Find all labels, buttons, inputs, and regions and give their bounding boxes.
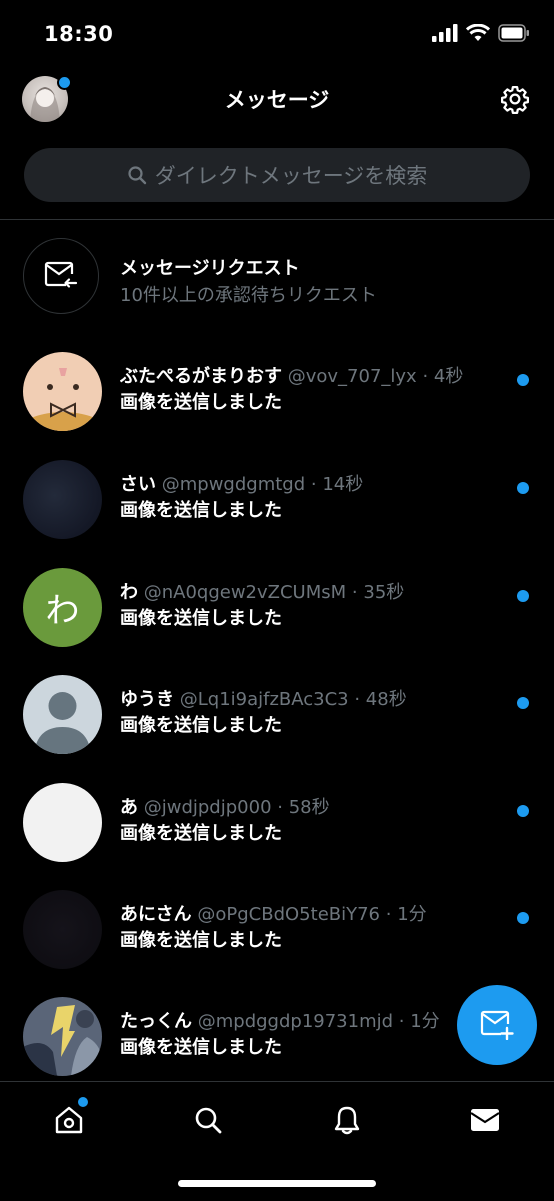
status-icons — [432, 24, 530, 42]
status-bar: 18:30 — [0, 0, 554, 70]
conversation-row[interactable]: ゆうき @Lq1i9ajfzBAc3C3 · 48秒 画像を送信しました — [0, 675, 554, 783]
conversation-name: さい — [120, 474, 156, 495]
conversation-row[interactable]: ぶたぺるがまりおす @vov_707_lyx · 4秒 画像を送信しました — [0, 352, 554, 460]
battery-icon — [498, 24, 529, 42]
envelope-arrow-icon — [44, 261, 78, 288]
conversation-handle: @Lq1i9ajfzBAc3C3 — [179, 689, 349, 710]
conversation-handle: @jwdjpdjp000 — [143, 797, 272, 818]
envelope-icon — [470, 1109, 500, 1131]
message-requests-subtitle: 10件以上の承認待ちリクエスト — [120, 285, 377, 306]
conversation-row[interactable]: わ わ @nA0qgew2vZCUMsM · 35秒 画像を送信しました — [0, 568, 554, 676]
avatar-letter: わ — [45, 591, 80, 631]
home-icon — [55, 1106, 83, 1134]
search-placeholder: ダイレクトメッセージを検索 — [154, 164, 428, 188]
search-icon — [128, 166, 146, 185]
conversation-header: あにさん @oPgCBdO5teBiY76 · 1分 — [120, 900, 520, 926]
conversation-row[interactable]: あにさん @oPgCBdO5teBiY76 · 1分 画像を送信しました — [0, 890, 554, 998]
conversation-preview: 画像を送信しました — [120, 1037, 282, 1058]
gear-icon[interactable] — [500, 84, 530, 114]
conversation-preview: 画像を送信しました — [120, 715, 282, 736]
divider — [0, 219, 554, 220]
header: メッセージ — [0, 70, 554, 130]
unread-dot — [517, 912, 529, 924]
conversation-handle: @oPgCBdO5teBiY76 — [197, 904, 381, 925]
conversation-time: · 4秒 — [422, 366, 464, 387]
conversation-header: わ @nA0qgew2vZCUMsM · 35秒 — [120, 578, 520, 604]
conversation-header: さい @mpwgdgmtgd · 14秒 — [120, 470, 520, 496]
search-icon — [195, 1107, 222, 1134]
conversation-time: · 14秒 — [310, 474, 364, 495]
conversation-name: あ — [120, 797, 138, 818]
new-message-button[interactable] — [457, 985, 537, 1065]
conversation-name: わ — [120, 582, 138, 603]
unread-dot — [517, 697, 529, 709]
default-avatar-icon — [23, 675, 102, 754]
unread-dot — [517, 482, 529, 494]
unread-dot — [517, 805, 529, 817]
conversation-name: ぶたぺるがまりおす — [120, 366, 282, 387]
tab-search[interactable] — [188, 1100, 228, 1140]
conversation-preview: 画像を送信しました — [120, 392, 282, 413]
wifi-icon — [466, 24, 490, 41]
conversation-name: あにさん — [120, 904, 192, 925]
unread-dot — [517, 590, 529, 602]
conversation-row[interactable]: あ @jwdjpdjp000 · 58秒 画像を送信しました — [0, 783, 554, 891]
conversation-handle: @mpdggdp19731mjd — [197, 1011, 394, 1032]
home-indicator — [178, 1180, 376, 1187]
conversation-time: · 35秒 — [351, 582, 405, 603]
conversation-preview: 画像を送信しました — [120, 608, 282, 629]
message-requests-title: メッセージリクエスト — [120, 258, 300, 279]
conversation-time: · 1分 — [385, 904, 427, 925]
conversation-preview: 画像を送信しました — [120, 500, 282, 521]
conversation-header: あ @jwdjpdjp000 · 58秒 — [120, 793, 520, 819]
conversation-name: たっくん — [120, 1011, 192, 1032]
conversation-avatar: わ — [23, 568, 102, 647]
conversation-avatar — [23, 890, 102, 969]
conversation-header: ぶたぺるがまりおす @vov_707_lyx · 4秒 — [120, 362, 520, 388]
unread-dot — [517, 374, 529, 386]
conversation-time: · 48秒 — [354, 689, 407, 710]
conversation-name: ゆうき — [120, 689, 174, 710]
conversation-preview: 画像を送信しました — [120, 930, 282, 951]
conversation-avatar — [23, 783, 102, 862]
conversation-avatar — [23, 352, 102, 431]
conversation-avatar — [23, 997, 102, 1076]
message-requests-row[interactable]: メッセージリクエスト 10件以上の承認待ちリクエスト — [0, 238, 554, 318]
status-time: 18:30 — [44, 22, 114, 46]
conversation-time: · 1分 — [398, 1011, 440, 1032]
message-request-icon-wrap — [23, 238, 99, 314]
search-input[interactable]: ダイレクトメッセージを検索 — [24, 148, 530, 202]
conversation-row[interactable]: さい @mpwgdgmtgd · 14秒 画像を送信しました — [0, 460, 554, 568]
conversation-header: ゆうき @Lq1i9ajfzBAc3C3 · 48秒 — [120, 685, 520, 711]
conversation-preview: 画像を送信しました — [120, 823, 282, 844]
page-title: メッセージ — [224, 88, 330, 112]
bell-icon — [334, 1106, 360, 1135]
tab-messages[interactable] — [465, 1100, 505, 1140]
conversation-handle: @mpwgdgmtgd — [161, 474, 306, 495]
compose-message-icon — [480, 1010, 514, 1040]
tab-notifications[interactable] — [327, 1100, 367, 1140]
conversation-handle: @nA0qgew2vZCUMsM — [143, 582, 347, 603]
home-notification-dot — [76, 1095, 90, 1109]
conversation-avatar — [23, 460, 102, 539]
conversation-time: · 58秒 — [277, 797, 330, 818]
conversation-handle: @vov_707_lyx — [287, 366, 417, 387]
signal-icon — [432, 24, 458, 42]
